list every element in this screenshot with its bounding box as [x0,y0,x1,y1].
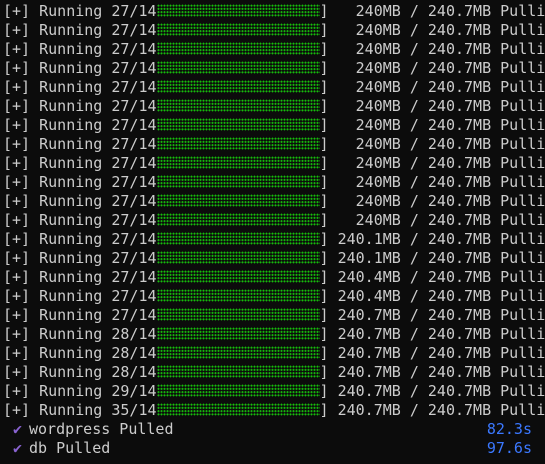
progress-bar [156,156,320,169]
status-text: [+] Running 27/14 [3,173,157,191]
status-text: [+] Running 27/14 [3,2,157,20]
status-text: [+] Running 27/14 [3,287,157,305]
progress-bar [156,289,320,302]
progress-line: [+] Running 27/14 ] 240MB / 240.7MB Pulli [3,154,545,173]
status-text: [+] Running 27/14 [3,116,157,134]
progress-bar [156,403,320,416]
progress-line: [+] Running 28/14 ] 240.7MB / 240.7MB Pul… [3,363,545,382]
status-text: [+] Running 27/14 [3,40,157,58]
terminal-output: [+] Running 27/14 ] 240MB / 240.7MB Pulli… [3,0,545,458]
progress-bar [156,175,320,188]
progress-bar [156,232,320,245]
progress-bar [156,61,320,74]
pulled-label: db Pulled [29,439,111,457]
progress-bar [156,384,320,397]
size-text: ] 240MB / 240.7MB Pulli [319,116,545,134]
size-text: ] 240.7MB / 240.7MB Pulli [319,382,545,400]
progress-bar [156,194,320,207]
size-text: ] 240.7MB / 240.7MB Pulli [319,306,545,324]
progress-line: [+] Running 27/14 ] 240MB / 240.7MB Pulli [3,59,545,78]
size-text: ] 240.1MB / 240.7MB Pulli [319,230,545,248]
size-text: ] 240MB / 240.7MB Pulli [319,40,545,58]
status-text: [+] Running 27/14 [3,306,157,324]
progress-line: [+] Running 27/14 ] 240.4MB / 240.7MB Pul… [3,268,545,287]
progress-line: [+] Running 27/14 ] 240.1MB / 240.7MB Pul… [3,230,545,249]
progress-line: [+] Running 27/14 ] 240MB / 240.7MB Pulli [3,135,545,154]
check-icon: ✔ [13,439,23,457]
progress-line: [+] Running 28/14 ] 240.7MB / 240.7MB Pul… [3,325,545,344]
progress-bar [156,213,320,226]
status-text: [+] Running 35/14 [3,401,157,419]
pulled-line: ✔ wordpress Pulled 82.3s [3,420,545,439]
progress-line: [+] Running 27/14 ] 240MB / 240.7MB Pulli [3,116,545,135]
status-text: [+] Running 27/14 [3,268,157,286]
size-text: ] 240MB / 240.7MB Pulli [319,173,545,191]
status-text: [+] Running 29/14 [3,382,157,400]
size-text: ] 240.7MB / 240.7MB Pulli [319,363,545,381]
elapsed-time: 97.6s [486,439,532,457]
progress-bar [156,80,320,93]
size-text: ] 240.7MB / 240.7MB Pulli [319,344,545,362]
progress-line: [+] Running 27/14 ] 240.7MB / 240.7MB Pul… [3,306,545,325]
progress-bar [156,118,320,131]
status-text: [+] Running 28/14 [3,344,157,362]
size-text: ] 240MB / 240.7MB Pulli [319,2,545,20]
size-text: ] 240MB / 240.7MB Pulli [319,154,545,172]
status-text: [+] Running 27/14 [3,192,157,210]
progress-line: [+] Running 27/14 ] 240MB / 240.7MB Pulli [3,173,545,192]
status-text: [+] Running 27/14 [3,0,157,1]
progress-line: [+] Running 27/14 ] 240MB / 240.7MB Pulli [3,2,545,21]
progress-line: [+] Running 27/14 ] 240MB / 240.7MB Pulli [3,211,545,230]
progress-bar [156,23,320,36]
progress-bar [156,270,320,283]
progress-bar [156,4,320,17]
size-text: ] 240MB / 240.7MB Pulli [319,97,545,115]
progress-line: [+] Running 35/14 ] 240.7MB / 240.7MB Pul… [3,401,545,420]
size-text: ] 240.1MB / 240.7MB Pulli [319,249,545,267]
elapsed-time: 82.3s [486,420,532,438]
progress-line: [+] Running 27/14 ] 240.1MB / 240.7MB Pul… [3,249,545,268]
progress-bar [156,327,320,340]
progress-line: [+] Running 27/14 ] 240MB / 240.7MB Pulli [3,97,545,116]
progress-bar [156,308,320,321]
progress-line: [+] Running 27/14 ] 240MB / 240.7MB Pulli [3,192,545,211]
progress-line: [+] Running 29/14 ] 240.7MB / 240.7MB Pul… [3,382,545,401]
status-text: [+] Running 27/14 [3,154,157,172]
status-text: [+] Running 27/14 [3,230,157,248]
size-text: ] 240MB / 240.7MB Pulli [319,59,545,77]
progress-line: [+] Running 27/14 ] 240.4MB / 240.7MB Pul… [3,287,545,306]
size-text: ] 240MB / 240.7MB Pulli [319,211,545,229]
size-text: ] 240.7MB / 240.7MB Pulli [319,325,545,343]
size-text: ] 240MB / 240.7MB Pulli [319,192,545,210]
status-text: [+] Running 27/14 [3,249,157,267]
progress-bar [156,42,320,55]
progress-bar [156,346,320,359]
status-text: [+] Running 28/14 [3,325,157,343]
size-text: ] 240.7MB / 240.7MB Pulli [319,401,545,419]
size-text: ] 240.4MB / 240.7MB Pulli [319,268,545,286]
size-text: ] 240MB / 240.7MB Pulli [319,135,545,153]
status-text: [+] Running 27/14 [3,135,157,153]
status-text: [+] Running 27/14 [3,97,157,115]
status-text: [+] Running 27/14 [3,59,157,77]
progress-line: [+] Running 28/14 ] 240.7MB / 240.7MB Pul… [3,344,545,363]
size-text: ] 240MB / 240.7MB Pulli [319,21,545,39]
progress-bar [156,365,320,378]
progress-bar [156,137,320,150]
progress-bar [156,251,320,264]
progress-line: [+] Running 27/14 ] 240MB / 240.7MB Pulli [3,40,545,59]
size-text: ] 240MB / 240.7MB Pulli [320,0,545,1]
status-text: [+] Running 27/14 [3,211,157,229]
status-text: [+] Running 27/14 [3,21,157,39]
status-text: [+] Running 27/14 [3,78,157,96]
size-text: ] 240MB / 240.7MB Pulli [319,78,545,96]
status-text: [+] Running 28/14 [3,363,157,381]
pulled-label: wordpress Pulled [29,420,174,438]
check-icon: ✔ [13,420,23,438]
progress-line: [+] Running 27/14 ] 240MB / 240.7MB Pulli [3,78,545,97]
progress-bar [156,99,320,112]
pulled-line: ✔ db Pulled 97.6s [3,439,545,458]
progress-line: [+] Running 27/14 ] 240MB / 240.7MB Pulli [3,21,545,40]
size-text: ] 240.4MB / 240.7MB Pulli [319,287,545,305]
